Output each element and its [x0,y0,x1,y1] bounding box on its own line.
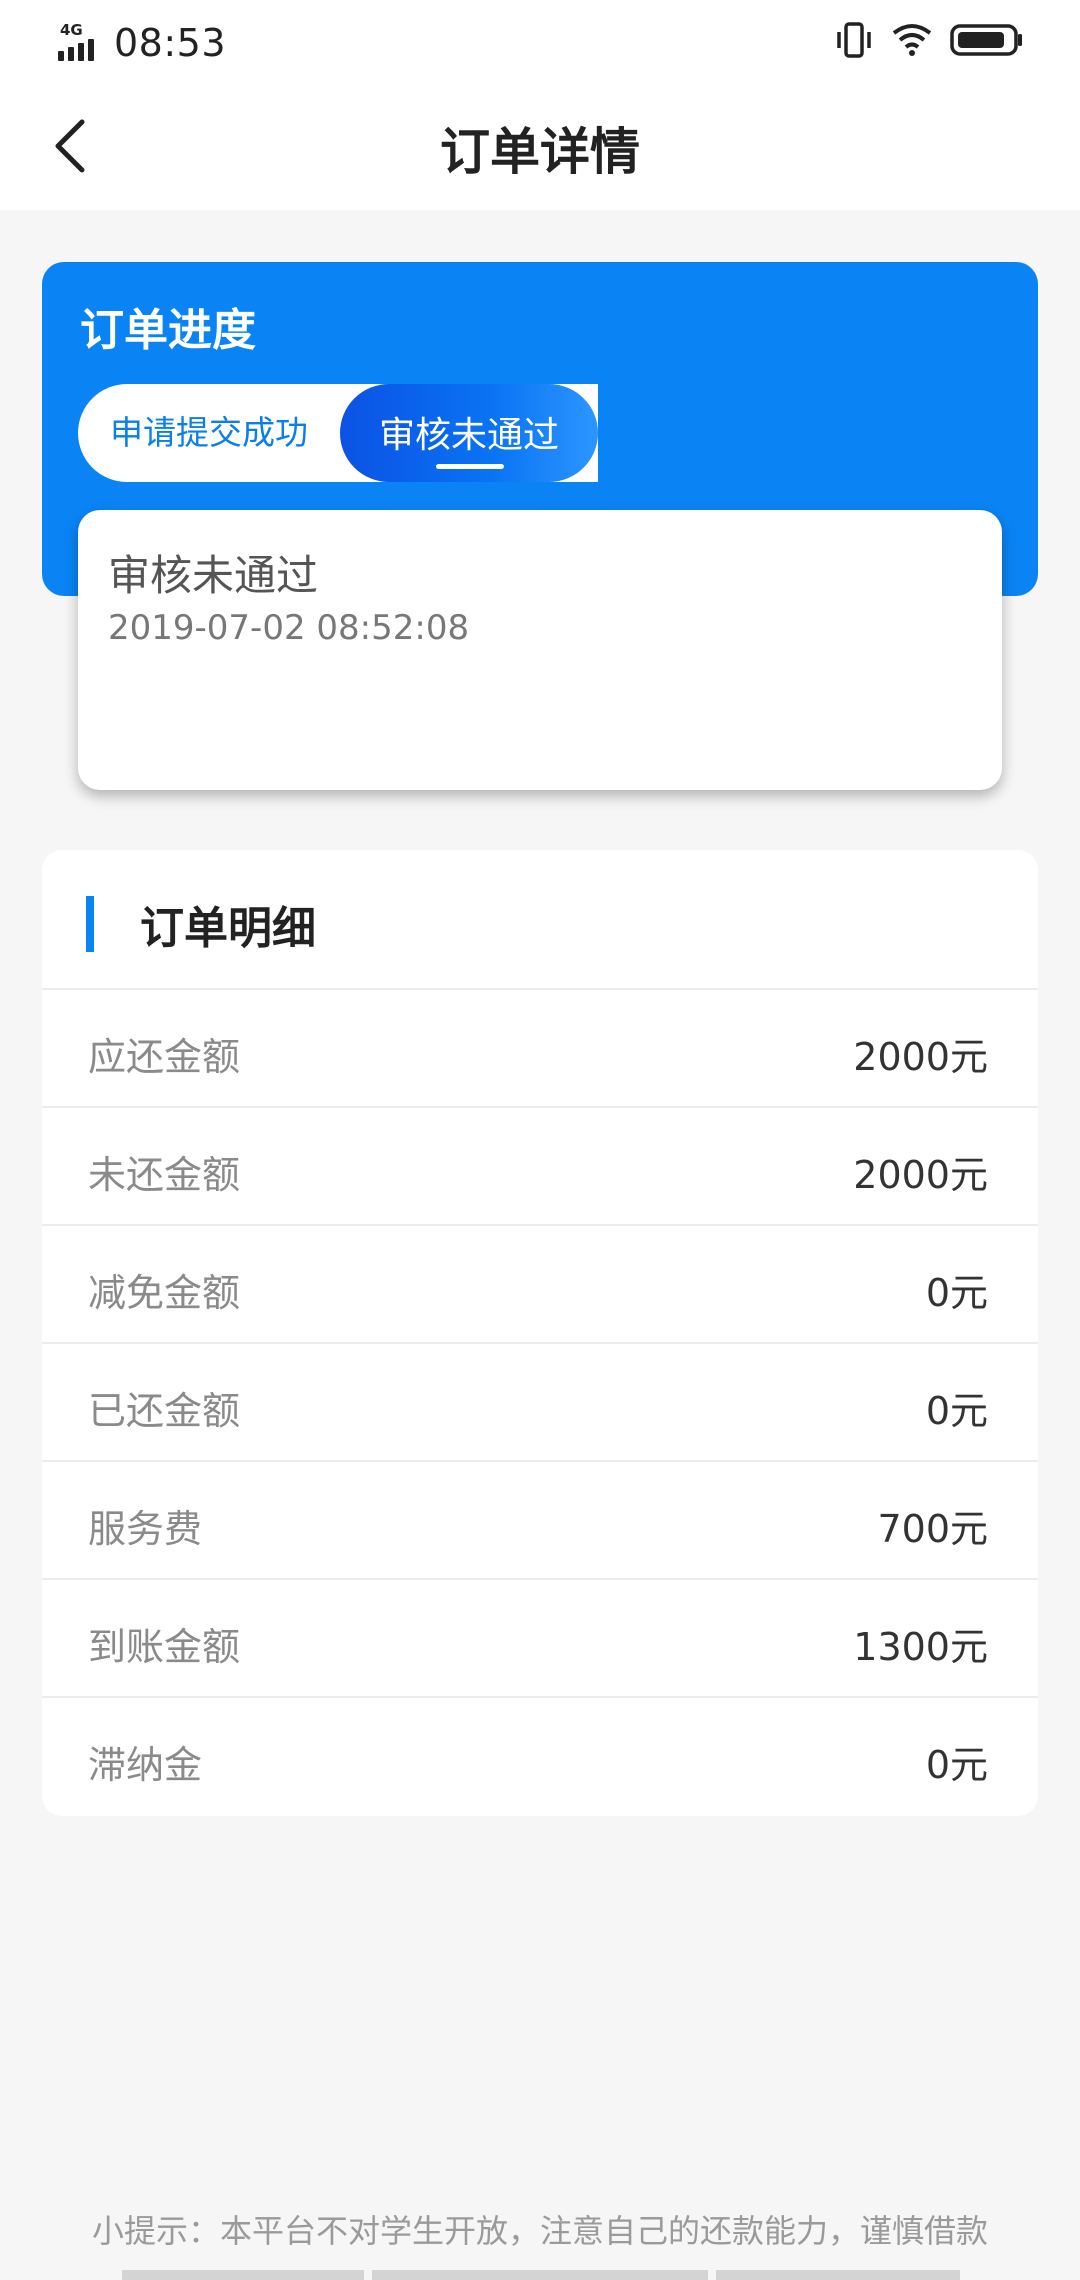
status-left: 4G 08:53 [58,18,226,68]
status-time: 08:53 [114,21,227,65]
step-review-failed-label: 审核未通过 [378,415,559,456]
row-value: 1300元 [853,1625,988,1669]
row-value: 2000元 [853,1035,988,1079]
row-value: 2000元 [853,1153,988,1197]
detail-header: 订单明细 [42,850,1038,990]
active-step-indicator [436,464,504,469]
battery-icon [950,23,1024,61]
status-title: 审核未通过 [108,551,319,600]
step-review-failed[interactable]: 审核未通过 [340,384,598,482]
section-accent-bar [86,896,94,952]
row-label: 减免金额 [88,1271,241,1315]
progress-steps: 申请提交成功 审核未通过 [78,384,598,482]
row-label: 已还金额 [88,1389,241,1433]
network-type: 4G [60,21,83,39]
status-bar: 4G 08:53 [0,0,1080,86]
footer-tip: 小提示：本平台不对学生开放，注意自己的还款能力，谨慎借款 [91,2212,988,2250]
row-label: 服务费 [88,1507,203,1551]
wifi-icon [892,23,932,61]
bottom-nav-indicators [0,2270,1080,2280]
row-value: 0元 [925,1389,988,1433]
detail-row-paid-amount: 已还金额 0元 [42,1344,1038,1462]
status-timestamp: 2019-07-02 08:52:08 [108,608,470,648]
row-label: 到账金额 [88,1625,241,1669]
row-value: 700元 [877,1507,988,1551]
detail-row-received-amount: 到账金额 1300元 [42,1580,1038,1698]
navigation-bar: 订单详情 [0,86,1080,210]
status-right [834,22,1024,62]
detail-row-unpaid-amount: 未还金额 2000元 [42,1108,1038,1226]
signal-icon: 4G [58,21,104,65]
step-submitted[interactable]: 申请提交成功 [110,384,308,482]
order-detail-card: 订单明细 应还金额 2000元 未还金额 2000元 减免金额 0元 已还金额 … [42,850,1038,1816]
current-status-card: 审核未通过 2019-07-02 08:52:08 [78,510,1002,790]
row-label: 滞纳金 [88,1743,203,1787]
row-label: 未还金额 [88,1153,241,1197]
progress-title: 订单进度 [80,305,256,356]
page-title: 订单详情 [440,123,640,181]
row-label: 应还金额 [88,1035,241,1079]
vibrate-icon [834,22,874,62]
detail-row-waived-amount: 减免金额 0元 [42,1226,1038,1344]
row-value: 0元 [925,1271,988,1315]
row-value: 0元 [925,1743,988,1787]
detail-title: 订单明细 [140,903,316,954]
detail-row-service-fee: 服务费 700元 [42,1462,1038,1580]
detail-row-late-fee: 滞纳金 0元 [42,1698,1038,1816]
detail-row-amount-due: 应还金额 2000元 [42,990,1038,1108]
